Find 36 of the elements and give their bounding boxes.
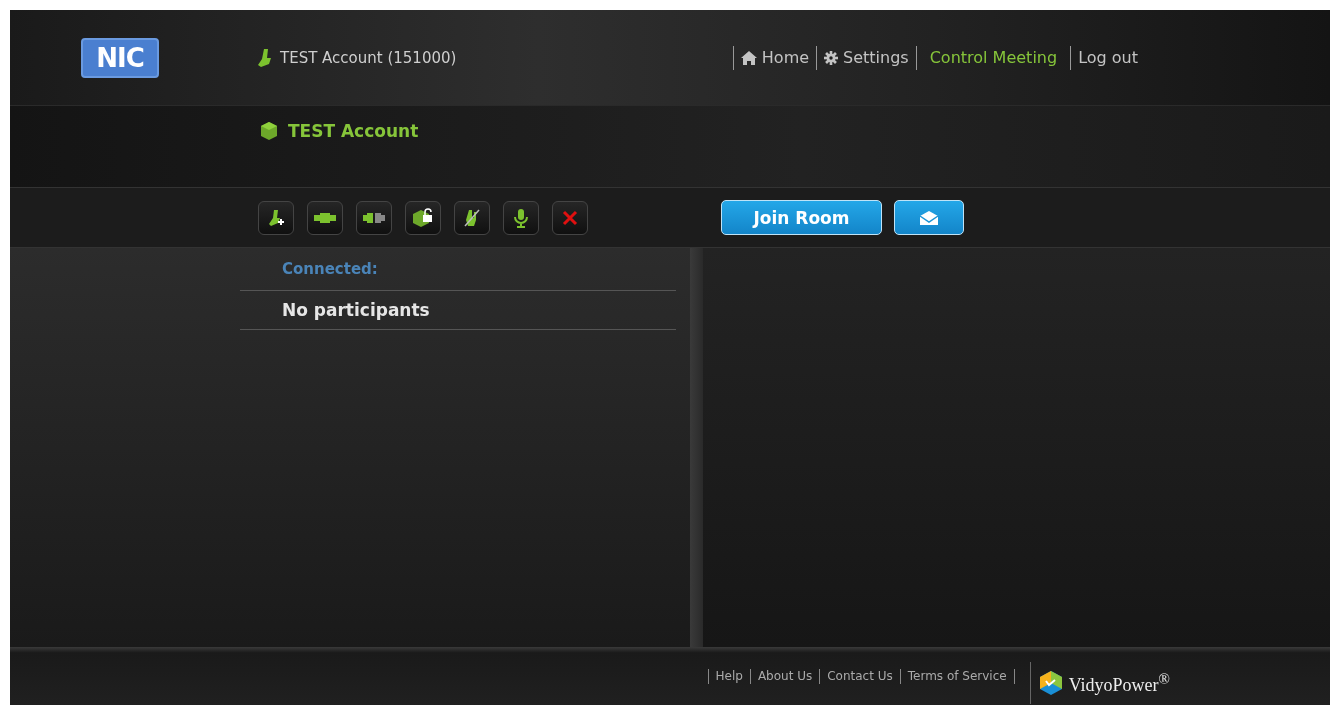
connect-button[interactable]	[307, 200, 343, 235]
empty-message: No participants	[240, 291, 676, 330]
list-heading: Connected:	[240, 248, 676, 291]
remove-button[interactable]	[552, 200, 588, 235]
add-person-icon	[266, 207, 286, 228]
split-connector-icon	[363, 211, 385, 224]
nav-link[interactable]: Settings	[823, 48, 910, 67]
struck-hand-icon	[462, 207, 482, 228]
logo: NIC	[81, 37, 159, 78]
cube-icon	[259, 121, 279, 141]
connector-icon	[314, 211, 336, 224]
room-title: TEST Account	[288, 121, 419, 141]
add-person-button[interactable]	[258, 200, 294, 235]
envelope-icon	[919, 209, 939, 226]
brand-name: VidyoPower$^{®}$	[1068, 670, 1170, 696]
home-icon	[740, 50, 757, 65]
cube-logo-icon	[1038, 670, 1063, 696]
person-icon	[258, 47, 272, 68]
footer-link[interactable]: About Us	[757, 669, 813, 683]
invite-button[interactable]	[894, 200, 964, 235]
microphone-icon	[511, 207, 531, 228]
footer-link[interactable]: Help	[715, 669, 743, 683]
close-icon	[562, 209, 578, 226]
nav-link[interactable]: Home	[739, 48, 811, 67]
splitter-handle[interactable]	[690, 248, 703, 647]
footer-link[interactable]: Contact Us	[827, 669, 893, 683]
nav-link[interactable]: Control Meeting	[928, 48, 1059, 67]
mic-button[interactable]	[503, 200, 539, 235]
nav-link[interactable]: Log out	[1077, 48, 1139, 67]
footer-link[interactable]: Terms of Service	[907, 669, 1007, 683]
settings-icon	[824, 50, 839, 65]
unlock-icon	[412, 207, 434, 228]
mute-video-button[interactable]	[454, 200, 490, 235]
disconnect-button[interactable]	[356, 200, 392, 235]
account-name: TEST Account (151000)	[280, 48, 457, 67]
unlock-button[interactable]	[405, 200, 441, 235]
